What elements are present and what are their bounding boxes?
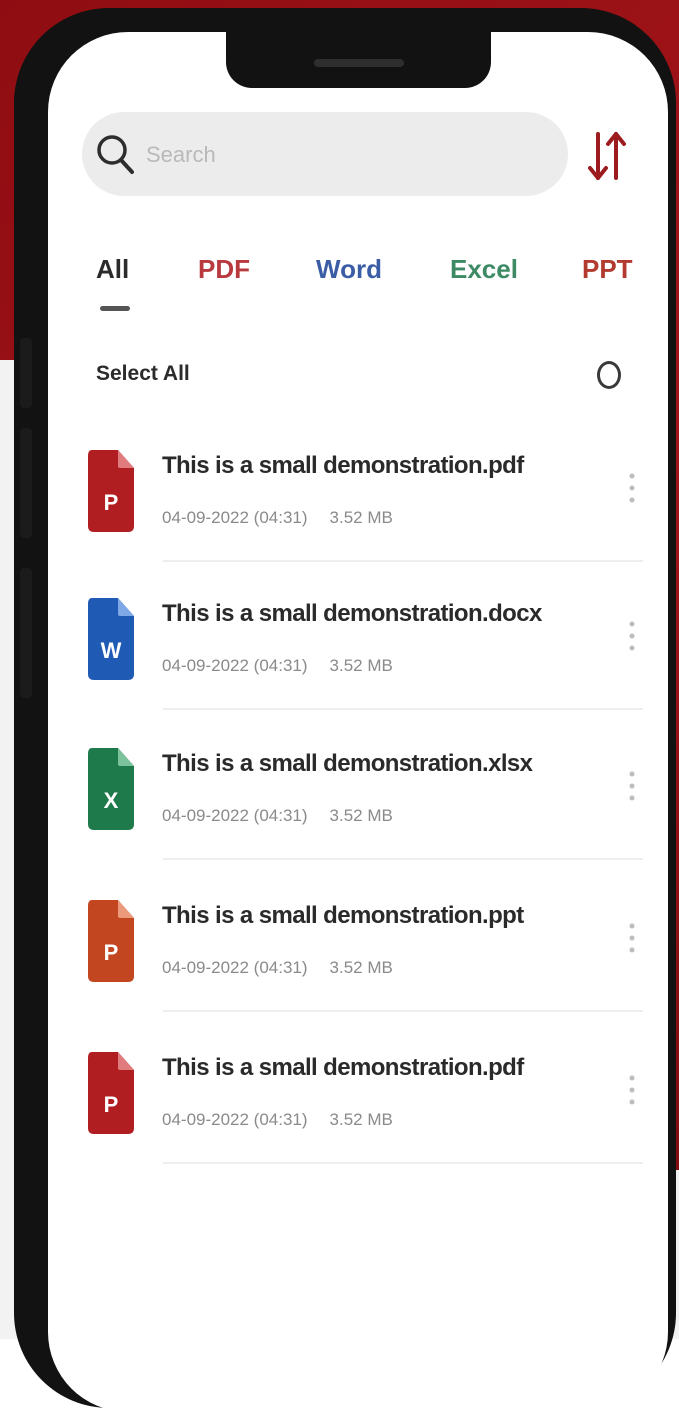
file-meta: 04-09-2022 (04:31) 3.52 MB bbox=[162, 508, 393, 528]
more-options-icon[interactable] bbox=[622, 614, 642, 660]
file-size: 3.52 MB bbox=[329, 1110, 393, 1129]
file-name: This is a small demonstration.ppt bbox=[162, 902, 524, 929]
file-meta: 04-09-2022 (04:31) 3.52 MB bbox=[162, 958, 393, 978]
select-all-radio[interactable] bbox=[597, 361, 621, 389]
file-type-tabs: All PDF Word Excel PPT bbox=[48, 250, 668, 330]
list-divider bbox=[163, 858, 643, 860]
phone-side-button bbox=[20, 338, 32, 408]
ppt-file-icon: P bbox=[86, 896, 136, 986]
word-file-icon: W bbox=[86, 594, 136, 684]
file-name: This is a small demonstration.pdf bbox=[162, 1054, 524, 1081]
file-size: 3.52 MB bbox=[329, 508, 393, 527]
svg-text:X: X bbox=[104, 788, 119, 813]
file-name: This is a small demonstration.pdf bbox=[162, 452, 524, 479]
list-divider bbox=[163, 1162, 643, 1164]
file-meta: 04-09-2022 (04:31) 3.52 MB bbox=[162, 806, 393, 826]
file-size: 3.52 MB bbox=[329, 958, 393, 977]
file-list-item[interactable]: P This is a small demonstration.ppt 04-0… bbox=[82, 896, 642, 1026]
search-bar[interactable] bbox=[82, 112, 568, 196]
svg-text:P: P bbox=[104, 1092, 119, 1117]
phone-side-button bbox=[20, 568, 32, 698]
tab-ppt[interactable]: PPT bbox=[582, 254, 633, 285]
svg-text:W: W bbox=[101, 638, 122, 663]
phone-notch bbox=[226, 32, 491, 88]
more-options-icon[interactable] bbox=[622, 1068, 642, 1114]
file-name: This is a small demonstration.docx bbox=[162, 600, 542, 627]
file-date: 04-09-2022 (04:31) bbox=[162, 958, 308, 977]
more-options-icon[interactable] bbox=[622, 764, 642, 810]
search-icon bbox=[94, 132, 138, 176]
file-list-item[interactable]: P This is a small demonstration.pdf 04-0… bbox=[82, 446, 642, 576]
svg-text:P: P bbox=[104, 490, 119, 515]
pdf-file-icon: P bbox=[86, 1048, 136, 1138]
tab-excel[interactable]: Excel bbox=[450, 254, 518, 285]
phone-side-button bbox=[20, 428, 32, 538]
more-options-icon[interactable] bbox=[622, 466, 642, 512]
more-options-icon[interactable] bbox=[622, 916, 642, 962]
file-date: 04-09-2022 (04:31) bbox=[162, 656, 308, 675]
svg-text:P: P bbox=[104, 940, 119, 965]
file-meta: 04-09-2022 (04:31) 3.52 MB bbox=[162, 1110, 393, 1130]
active-tab-indicator bbox=[100, 306, 130, 311]
file-list-item[interactable]: X This is a small demonstration.xlsx 04-… bbox=[82, 744, 642, 874]
speaker-grille bbox=[314, 59, 404, 67]
file-date: 04-09-2022 (04:31) bbox=[162, 1110, 308, 1129]
file-name: This is a small demonstration.xlsx bbox=[162, 750, 533, 777]
excel-file-icon: X bbox=[86, 744, 136, 834]
file-list-item[interactable]: W This is a small demonstration.docx 04-… bbox=[82, 594, 642, 724]
file-date: 04-09-2022 (04:31) bbox=[162, 508, 308, 527]
file-list-item[interactable]: P This is a small demonstration.pdf 04-0… bbox=[82, 1048, 642, 1178]
tab-all[interactable]: All bbox=[96, 254, 129, 285]
pdf-file-icon: P bbox=[86, 446, 136, 536]
file-date: 04-09-2022 (04:31) bbox=[162, 806, 308, 825]
phone-screen: All PDF Word Excel PPT Select All P This… bbox=[48, 32, 668, 1412]
phone-frame: All PDF Word Excel PPT Select All P This… bbox=[14, 8, 676, 1412]
search-input[interactable] bbox=[144, 130, 528, 180]
list-divider bbox=[163, 708, 643, 710]
tab-pdf[interactable]: PDF bbox=[198, 254, 250, 285]
list-divider bbox=[163, 560, 643, 562]
file-size: 3.52 MB bbox=[329, 656, 393, 675]
file-size: 3.52 MB bbox=[329, 806, 393, 825]
list-divider bbox=[163, 1010, 643, 1012]
file-meta: 04-09-2022 (04:31) 3.52 MB bbox=[162, 656, 393, 676]
sort-arrows-icon[interactable] bbox=[584, 128, 632, 184]
tab-word[interactable]: Word bbox=[316, 254, 382, 285]
select-all-label[interactable]: Select All bbox=[96, 362, 190, 386]
